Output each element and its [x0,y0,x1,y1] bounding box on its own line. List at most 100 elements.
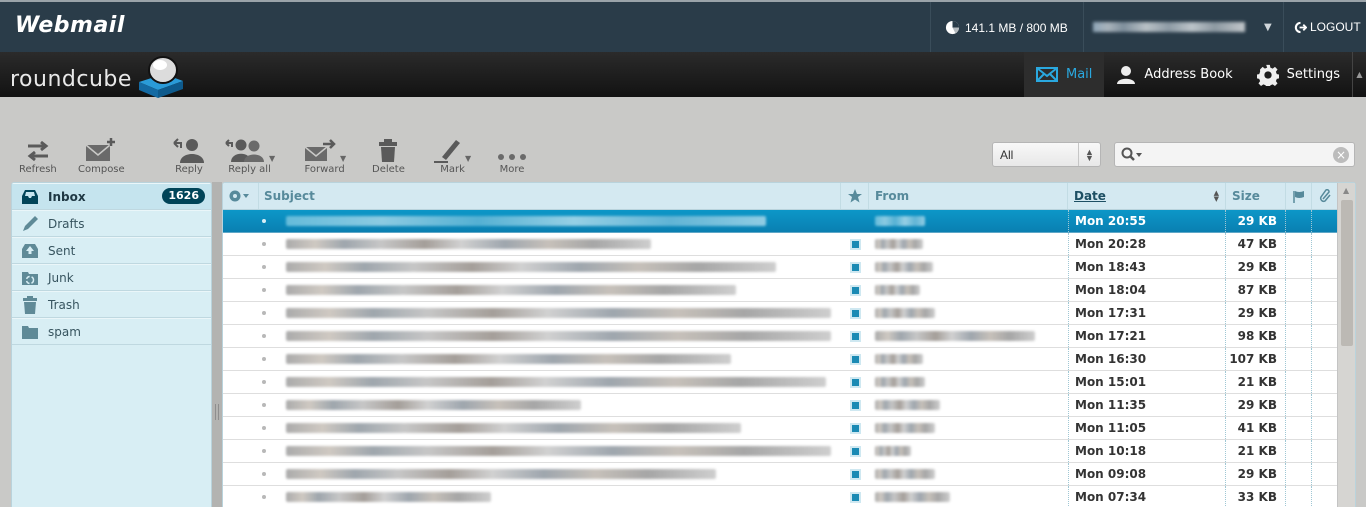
message-row[interactable]: Mon 20:28 47 KB [223,233,1355,256]
flag-star-cell[interactable] [841,440,869,462]
column-flag[interactable] [1286,183,1312,209]
column-attachment[interactable] [1312,183,1338,209]
flag-star-cell[interactable] [841,394,869,416]
flag-star-cell[interactable] [841,371,869,393]
mark-dropdown-icon[interactable]: ▼ [465,154,471,163]
flag-cell[interactable] [1286,279,1312,301]
column-subject[interactable]: Subject [259,183,841,209]
folder-sent[interactable]: Sent [12,237,211,264]
scrollbar-thumb[interactable] [1341,200,1353,346]
subject-blurred [286,216,766,226]
refresh-button[interactable]: Refresh [19,133,57,175]
task-settings[interactable]: Settings [1245,52,1352,97]
flag-cell[interactable] [1286,463,1312,485]
message-row[interactable]: Mon 11:35 29 KB [223,394,1355,417]
message-list-scrollbar[interactable]: ▲ [1337,183,1355,507]
search-reset-icon[interactable]: × [1333,147,1349,163]
search-input[interactable] [1145,145,1325,164]
subject-cell[interactable] [262,394,841,416]
delete-button[interactable]: Delete [372,133,405,175]
subject-cell[interactable] [262,371,841,393]
pane-splitter[interactable] [212,182,222,507]
flag-cell[interactable] [1286,233,1312,255]
flag-cell[interactable] [1286,256,1312,278]
folder-trash[interactable]: Trash [12,291,211,318]
flag-cell[interactable] [1286,325,1312,347]
minimize-header-button[interactable]: ▲ [1352,52,1366,97]
message-row[interactable]: Mon 20:55 29 KB [223,210,1355,233]
subject-cell[interactable] [262,486,841,507]
subject-cell[interactable] [262,325,841,347]
flag-star-cell[interactable] [841,233,869,255]
folder-drafts[interactable]: Drafts [12,210,211,237]
webmail-logo[interactable]: Webmail [15,13,125,38]
list-options-button[interactable] [223,183,259,209]
message-row[interactable]: Mon 11:05 41 KB [223,417,1355,440]
message-filter-select[interactable]: All ▲ ▼ [992,142,1101,167]
folder-junk[interactable]: Junk [12,264,211,291]
logout-button[interactable]: LOGOUT [1294,20,1361,34]
more-button[interactable]: More [497,133,527,175]
forward-button[interactable]: ▼ Forward [303,133,346,175]
subject-cell[interactable] [262,210,841,232]
chevron-down-icon[interactable]: ▼ [1264,22,1272,33]
flag-cell[interactable] [1286,440,1312,462]
message-row[interactable]: Mon 18:04 87 KB [223,279,1355,302]
subject-cell[interactable] [262,463,841,485]
message-row[interactable]: Mon 17:21 98 KB [223,325,1355,348]
subject-cell[interactable] [262,256,841,278]
search-box[interactable]: × [1114,142,1355,167]
message-row[interactable]: Mon 18:43 29 KB [223,256,1355,279]
reply-button[interactable]: Reply [172,133,206,175]
flag-star-cell[interactable] [841,279,869,301]
column-from[interactable]: From [869,183,1068,209]
flag-star-cell[interactable] [841,325,869,347]
reply-all-button[interactable]: ▼ Reply all [224,133,275,175]
attachment-cell [1312,440,1338,462]
flag-cell[interactable] [1286,302,1312,324]
message-row[interactable]: Mon 10:18 21 KB [223,440,1355,463]
subject-cell[interactable] [262,233,841,255]
username-menu[interactable] [1093,20,1263,34]
task-address-book[interactable]: Address Book [1104,52,1244,97]
reply-all-dropdown-icon[interactable]: ▼ [269,154,275,163]
search-menu-icon[interactable] [1121,147,1145,166]
flag-star-cell[interactable] [841,348,869,370]
from-blurred [875,239,923,249]
task-mail[interactable]: Mail [1024,52,1105,97]
flag-star-cell[interactable] [841,463,869,485]
forward-dropdown-icon[interactable]: ▼ [340,154,346,163]
flag-cell[interactable] [1286,394,1312,416]
subject-cell[interactable] [262,348,841,370]
compose-button[interactable]: Compose [78,133,125,175]
folder-name: spam [48,324,81,339]
folder-inbox[interactable]: Inbox 1626 [12,183,211,210]
flag-star-cell[interactable] [841,210,869,232]
flag-cell[interactable] [1286,371,1312,393]
folder-spam[interactable]: spam [12,318,211,345]
message-row[interactable]: Mon 09:08 29 KB [223,463,1355,486]
subject-cell[interactable] [262,440,841,462]
column-size[interactable]: Size [1226,183,1286,209]
mark-button[interactable]: ▼ Mark [434,133,471,175]
flag-cell[interactable] [1286,486,1312,507]
flag-cell[interactable] [1286,348,1312,370]
flag-cell[interactable] [1286,417,1312,439]
message-row[interactable]: Mon 15:01 21 KB [223,371,1355,394]
subject-cell[interactable] [262,302,841,324]
column-date[interactable]: Date ▲ ▼ [1068,183,1226,209]
column-flagged[interactable] [841,183,869,209]
message-row[interactable]: Mon 16:30 107 KB [223,348,1355,371]
flag-star-cell[interactable] [841,302,869,324]
flag-star-cell[interactable] [841,486,869,507]
subject-cell[interactable] [262,417,841,439]
unread-marker-icon [851,493,859,501]
flag-cell[interactable] [1286,210,1312,232]
flag-star-cell[interactable] [841,256,869,278]
message-row[interactable]: Mon 07:34 33 KB [223,486,1355,507]
scroll-up-icon[interactable]: ▲ [1343,186,1349,195]
message-row[interactable]: Mon 17:31 29 KB [223,302,1355,325]
subject-cell[interactable] [262,279,841,301]
flag-star-cell[interactable] [841,417,869,439]
roundcube-logo[interactable]: roundcube [10,54,186,98]
